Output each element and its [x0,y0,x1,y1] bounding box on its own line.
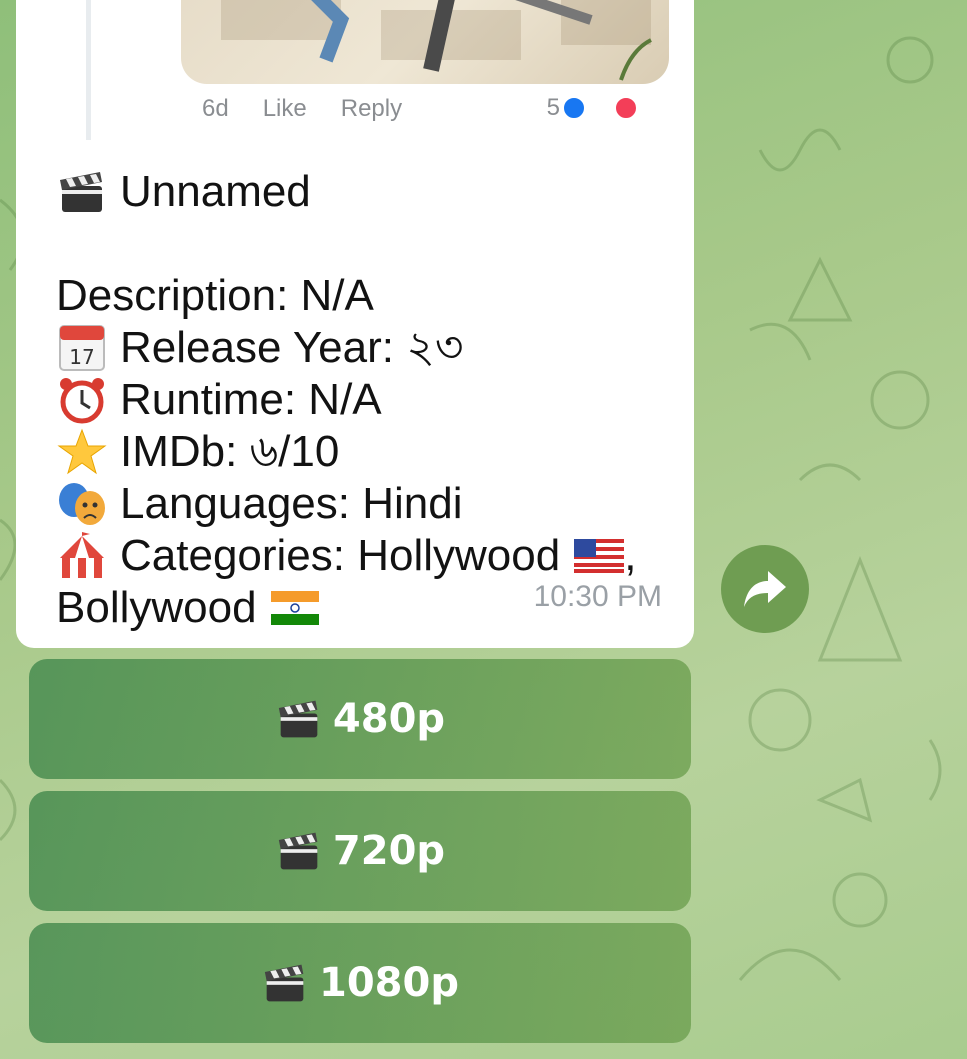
categories-text-2: Bollywood [56,583,257,632]
quality-button-480p[interactable]: 480p [29,659,691,779]
clapper-board-icon [60,172,102,212]
like-reaction-icon [562,96,586,120]
us-flag-icon [574,539,625,573]
circus-tent-icon [60,532,104,578]
clapper-board-icon [264,964,304,1002]
reaction-count: 5 [546,94,560,121]
quality-label: 480p [332,696,446,742]
categories-text: Categories: Hollywood [120,531,561,580]
post-age: 6d [202,95,229,122]
quoted-post-actions: 6d Like Reply 5 [202,94,672,124]
message-timestamp: 10:30 PM [533,580,662,613]
forward-arrow-icon [744,571,786,607]
message-bubble: 6d Like Reply 5 Unnamed Description: N/A [16,0,694,648]
release-line: 17 Release Year: ২৩ [56,322,686,374]
description-line: Description: N/A [56,270,686,322]
languages-line: Languages: Hindi [56,478,686,530]
reply-link[interactable]: Reply [341,95,402,123]
quality-button-1080p[interactable]: 1080p [29,923,691,1043]
svg-text:17: 17 [69,345,94,369]
quote-bar [86,0,91,140]
love-reaction-icon [614,96,638,120]
imdb-line: IMDb: ৬/10 [56,426,686,478]
theater-masks-icon [59,483,105,525]
alarm-clock-icon [60,378,104,424]
runtime-text: Runtime: N/A [120,375,382,424]
quality-label: 720p [332,828,446,874]
clapper-board-icon [278,832,318,870]
quality-button-720p[interactable]: 720p [29,791,691,911]
calendar-icon: 17 [59,325,105,371]
forward-button[interactable] [721,545,809,633]
clapper-board-icon [278,700,318,738]
title-line: Unnamed [56,166,686,218]
quality-label: 1080p [319,960,459,1006]
star-icon [57,428,107,475]
description-text: Description: N/A [56,271,374,320]
release-text: Release Year: ২৩ [120,323,464,372]
categories-line: Categories: Hollywood , [56,530,686,582]
like-link[interactable]: Like [263,95,307,123]
runtime-line: Runtime: N/A [56,374,686,426]
movie-title: Unnamed [120,167,311,216]
reaction-summary[interactable]: 5 [547,94,672,122]
india-flag-icon [270,591,319,625]
categories-separator: , [624,531,637,580]
message-text: Unnamed Description: N/A 17 Release Year… [56,166,686,634]
languages-text: Languages: Hindi [120,479,463,528]
imdb-text: IMDb: ৬/10 [120,427,340,476]
quoted-post-image[interactable] [181,0,669,84]
